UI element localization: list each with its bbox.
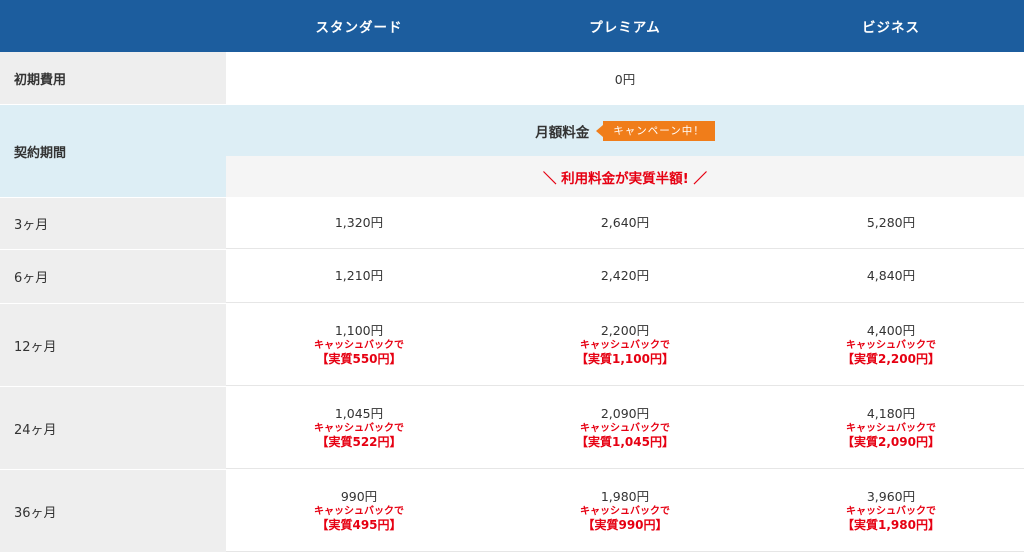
effective-price: 【実質990円】 xyxy=(582,517,668,532)
effective-price: 【実質522円】 xyxy=(316,434,402,449)
plan-header-standard: スタンダード xyxy=(315,20,403,36)
plan-header-premium: プレミアム xyxy=(589,20,661,36)
cashback-note: キャッシュバックで xyxy=(580,422,670,434)
table-row: 3ヶ月 1,320円 2,640円 5,280円 xyxy=(0,198,1024,250)
row-label: 3ヶ月 xyxy=(14,218,49,233)
effective-price: 【実質495円】 xyxy=(316,517,402,532)
row-label: 24ヶ月 xyxy=(14,422,57,438)
cashback-note: キャッシュバックで xyxy=(314,505,404,517)
price-cell: 1,320円 xyxy=(334,215,384,230)
monthly-fee-label: 月額料金 xyxy=(535,124,590,141)
plan-header-business: ビジネス xyxy=(862,20,920,36)
half-price-banner: ＼ 利用料金が実質半額! ／ xyxy=(226,156,1024,197)
table-row: 24ヶ月 1,045円 キャッシュバックで 【実質522円】 2,090円 キャ… xyxy=(0,387,1024,470)
campaign-badge: キャンペーン中！ xyxy=(596,120,715,141)
price-cell: 4,840円 xyxy=(866,268,916,283)
initial-fee-value: 0円 xyxy=(614,71,636,87)
price-cell: 990円 xyxy=(340,488,378,504)
effective-price: 【実質1,045円】 xyxy=(576,434,674,449)
price-cell: 1,980円 xyxy=(600,488,650,504)
price-cell: 4,180円 xyxy=(866,405,916,421)
initial-fee-label: 初期費用 xyxy=(0,52,226,104)
contract-period-label: 契約期間 xyxy=(0,105,226,197)
price-cell: 2,200円 xyxy=(600,322,650,338)
contract-period-row: 契約期間 月額料金 キャンペーン中！ ＼ 利用料金が実質半額! ／ xyxy=(0,105,1024,198)
cashback-note: キャッシュバックで xyxy=(314,422,404,434)
table-row: 6ヶ月 1,210円 2,420円 4,840円 xyxy=(0,250,1024,304)
price-cell: 2,090円 xyxy=(600,405,650,421)
monthly-fee-heading: 月額料金 キャンペーン中！ xyxy=(226,105,1024,156)
price-cell: 2,420円 xyxy=(600,268,650,283)
pricing-table: スタンダード プレミアム ビジネス 初期費用 0円 契約期間 月額料金 キャンペ… xyxy=(0,0,1024,552)
effective-price: 【実質1,980円】 xyxy=(842,517,940,532)
cashback-note: キャッシュバックで xyxy=(846,422,936,434)
row-label: 12ヶ月 xyxy=(14,339,57,355)
row-label: 6ヶ月 xyxy=(14,271,49,286)
table-row: 12ヶ月 1,100円 キャッシュバックで 【実質550円】 2,200円 キャ… xyxy=(0,304,1024,387)
table-row: 36ヶ月 990円 キャッシュバックで 【実質495円】 1,980円 キャッシ… xyxy=(0,470,1024,552)
price-cell: 2,640円 xyxy=(600,215,650,230)
effective-price: 【実質1,100円】 xyxy=(576,351,674,366)
cashback-note: キャッシュバックで xyxy=(314,339,404,351)
effective-price: 【実質550円】 xyxy=(316,351,402,366)
cashback-note: キャッシュバックで xyxy=(846,505,936,517)
row-label: 36ヶ月 xyxy=(14,505,57,521)
header-empty-cell xyxy=(0,0,226,52)
price-cell: 5,280円 xyxy=(866,215,916,230)
price-cell: 4,400円 xyxy=(866,322,916,338)
initial-fee-row: 初期費用 0円 xyxy=(0,52,1024,105)
cashback-note: キャッシュバックで xyxy=(580,505,670,517)
effective-price: 【実質2,200円】 xyxy=(842,351,940,366)
cashback-note: キャッシュバックで xyxy=(846,339,936,351)
effective-price: 【実質2,090円】 xyxy=(842,434,940,449)
price-cell: 1,100円 xyxy=(334,322,384,338)
cashback-note: キャッシュバックで xyxy=(580,339,670,351)
price-cell: 1,210円 xyxy=(334,268,384,283)
price-cell: 1,045円 xyxy=(334,405,384,421)
table-header: スタンダード プレミアム ビジネス xyxy=(0,0,1024,52)
price-cell: 3,960円 xyxy=(866,488,916,504)
